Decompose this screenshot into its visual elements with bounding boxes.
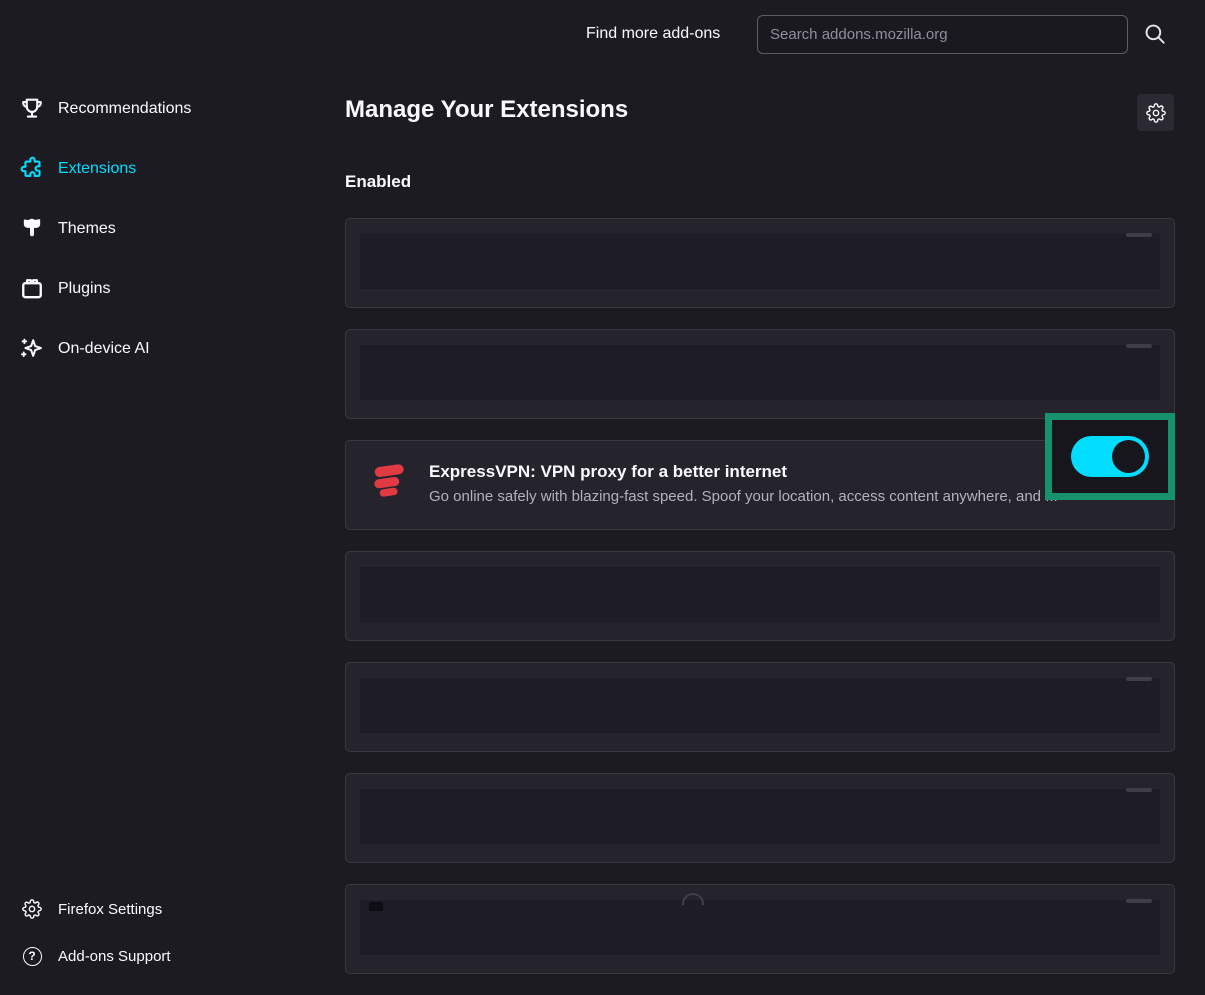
- enabled-section-label: Enabled: [345, 172, 411, 192]
- redacted-content: [360, 345, 1160, 400]
- toggle-placeholder-dash: [1126, 788, 1152, 792]
- search-icon[interactable]: [1142, 21, 1168, 47]
- redacted-content: [360, 678, 1160, 733]
- plug-icon: [18, 275, 46, 303]
- sidebar-item-themes[interactable]: Themes: [0, 205, 330, 253]
- sidebar-item-label: On-device AI: [58, 340, 150, 358]
- sidebar-item-firefox-settings[interactable]: Firefox Settings: [0, 894, 330, 924]
- sidebar-item-label: Recommendations: [58, 100, 191, 118]
- extension-card-placeholder[interactable]: [345, 884, 1175, 974]
- paintbrush-icon: [18, 215, 46, 243]
- page-title: Manage Your Extensions: [345, 96, 628, 124]
- sidebar-item-extensions[interactable]: Extensions: [0, 145, 330, 193]
- sidebar-item-label: Plugins: [58, 280, 110, 298]
- gear-icon: [1146, 103, 1166, 123]
- sidebar-item-label: Firefox Settings: [58, 901, 162, 918]
- redacted-content: [360, 900, 1160, 955]
- highlight-annotation-box: [1045, 413, 1175, 500]
- expressvpn-enable-toggle[interactable]: [1071, 436, 1149, 477]
- toggle-placeholder-dash: [1126, 899, 1152, 903]
- sidebar-item-addons-support[interactable]: ? Add-ons Support: [0, 941, 330, 971]
- sidebar-item-label: Extensions: [58, 160, 136, 178]
- sidebar-item-label: Themes: [58, 220, 116, 238]
- gear-icon: [22, 899, 42, 919]
- extension-card-placeholder[interactable]: [345, 662, 1175, 752]
- sidebar-item-recommendations[interactable]: Recommendations: [0, 85, 330, 133]
- puzzle-icon: [18, 155, 46, 183]
- sparkle-icon: [18, 335, 46, 363]
- extension-card-placeholder[interactable]: [345, 551, 1175, 641]
- trophy-icon: [18, 95, 46, 123]
- extension-card-placeholder[interactable]: [345, 329, 1175, 419]
- redacted-content: [360, 234, 1160, 289]
- extension-card-list: ExpressVPN: VPN proxy for a better inter…: [345, 218, 1175, 995]
- redacted-content: [360, 789, 1160, 844]
- toggle-knob: [1112, 440, 1145, 473]
- redacted-icon-arc: [682, 893, 704, 905]
- extension-card-placeholder[interactable]: [345, 218, 1175, 308]
- extensions-tools-button[interactable]: [1137, 94, 1174, 131]
- sidebar-item-label: Add-ons Support: [58, 948, 171, 965]
- redacted-content: [360, 567, 1160, 622]
- toggle-placeholder-dash: [1126, 677, 1152, 681]
- toggle-placeholder-dash: [1126, 233, 1152, 237]
- search-input[interactable]: [757, 15, 1128, 54]
- sidebar-item-plugins[interactable]: Plugins: [0, 265, 330, 313]
- help-icon: ?: [22, 946, 42, 966]
- redacted-icon-square: [369, 902, 383, 911]
- find-more-addons-label: Find more add-ons: [586, 25, 720, 43]
- sidebar-item-on-device-ai[interactable]: On-device AI: [0, 325, 330, 373]
- expressvpn-logo-icon: [368, 457, 414, 503]
- toggle-placeholder-dash: [1126, 344, 1152, 348]
- extension-card-placeholder[interactable]: [345, 773, 1175, 863]
- extension-name: ExpressVPN: VPN proxy for a better inter…: [429, 462, 787, 482]
